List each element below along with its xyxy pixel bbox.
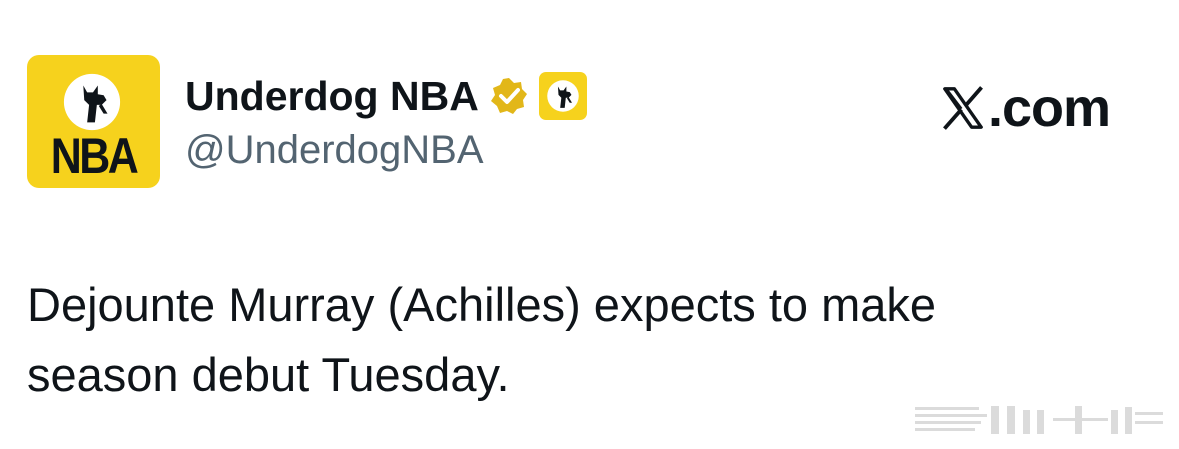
avatar[interactable]: NBA <box>27 55 160 188</box>
affiliate-badge[interactable] <box>538 72 587 120</box>
account-handle[interactable]: @UnderdogNBA <box>185 124 484 176</box>
avatar-label: NBA <box>50 128 139 184</box>
display-name[interactable]: Underdog NBA <box>185 70 479 122</box>
underdog-dog-icon <box>547 80 579 112</box>
x-logo-icon <box>943 86 983 130</box>
account-name-row: Underdog NBA <box>185 70 587 122</box>
source-label: .com <box>940 76 1111 140</box>
verified-badge-icon[interactable] <box>489 76 529 116</box>
underdog-logo-icon <box>63 73 121 131</box>
tweet-text: Dejounte Murray (Achilles) expects to ma… <box>27 278 937 401</box>
source-domain-text: .com <box>988 78 1111 138</box>
watermark-graphic <box>915 406 1163 434</box>
